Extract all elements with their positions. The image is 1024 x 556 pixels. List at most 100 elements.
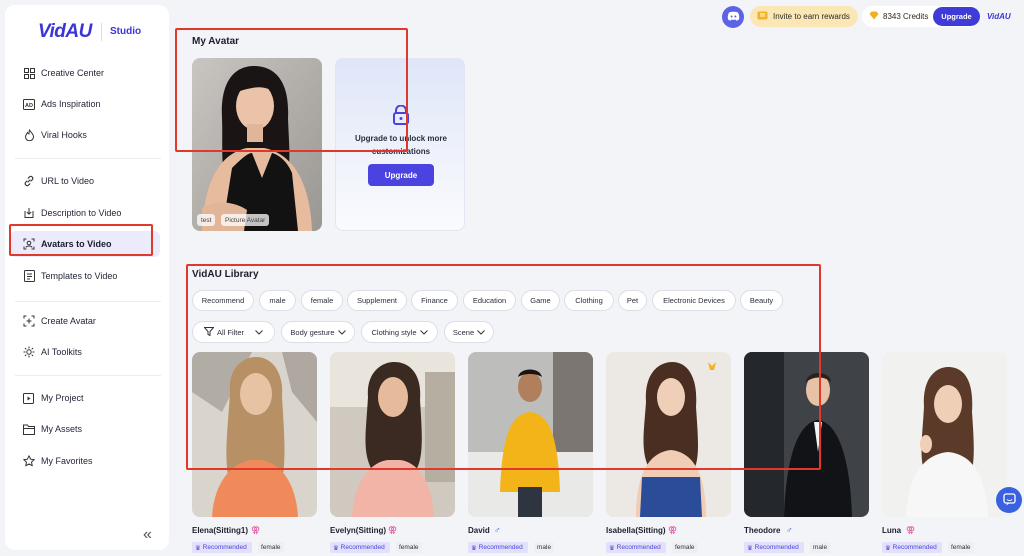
female-icon: ⚢: [388, 525, 398, 535]
sidebar-item-my-favorites[interactable]: My Favorites: [10, 448, 160, 474]
template-icon: [23, 270, 35, 282]
library-avatar-card[interactable]: [606, 352, 731, 517]
chip-pet[interactable]: Pet: [618, 290, 647, 311]
gender-badge: female: [948, 542, 974, 553]
badge-label: Recommended: [202, 544, 247, 551]
female-icon: ⚢: [251, 525, 261, 535]
recommended-badge: ♛ Recommended: [606, 542, 666, 553]
sidebar-item-url-to-video[interactable]: URL to Video: [10, 168, 160, 194]
avatar-thumbnail: [606, 352, 731, 517]
studio-label: Studio: [110, 26, 142, 37]
sidebar-item-ai-toolkits[interactable]: AI Toolkits: [10, 339, 160, 365]
my-avatar-card[interactable]: test Picture Avatar: [192, 58, 322, 231]
avatar-scan-icon: [23, 238, 35, 250]
all-filter-dropdown[interactable]: All Filter: [192, 321, 275, 343]
chip-male[interactable]: male: [259, 290, 296, 311]
sidebar-item-description-to-video[interactable]: Description to Video: [10, 200, 160, 226]
avatar-thumbnail: [330, 352, 455, 517]
sidebar-item-label: AI Toolkits: [41, 347, 82, 357]
sidebar-item-label: Create Avatar: [41, 316, 96, 326]
library-avatar-card[interactable]: [330, 352, 455, 517]
collapse-sidebar-button[interactable]: «: [143, 526, 152, 544]
chip-education[interactable]: Education: [463, 290, 516, 311]
gender-badge: female: [396, 542, 422, 553]
chip-electronic-devices[interactable]: Electronic Devices: [652, 290, 736, 311]
import-icon: [23, 207, 35, 219]
avatar-name: Elena(Sitting1): [192, 526, 249, 535]
badge-label: Recommended: [892, 544, 937, 551]
sidebar-item-my-assets[interactable]: My Assets: [10, 416, 160, 442]
chip-supplement[interactable]: Supplement: [347, 290, 407, 311]
body-gesture-dropdown[interactable]: Body gesture: [281, 321, 355, 343]
chevron-down-icon: [419, 328, 428, 337]
scene-dropdown[interactable]: Scene: [444, 321, 494, 343]
crown-icon: ♛: [471, 544, 477, 552]
chip-finance[interactable]: Finance: [411, 290, 458, 311]
sidebar-item-avatars-to-video[interactable]: Avatars to Video: [10, 231, 160, 257]
chip-game[interactable]: Game: [521, 290, 560, 311]
library-avatar-card[interactable]: [744, 352, 869, 517]
credits-pill: 8343 Credits Upgrade: [862, 6, 980, 27]
flame-icon: [23, 129, 35, 141]
sidebar-item-my-project[interactable]: My Project: [10, 385, 160, 411]
sidebar-item-label: My Favorites: [41, 456, 93, 466]
my-avatar-title: My Avatar: [192, 36, 240, 47]
discord-button[interactable]: [722, 6, 744, 28]
logo-divider: [101, 23, 102, 41]
link-icon: [23, 175, 35, 187]
avatar-type-tag: Picture Avatar: [221, 214, 270, 226]
library-avatar-card[interactable]: [882, 352, 1007, 517]
chevron-down-icon: [337, 328, 346, 337]
chat-icon: [1002, 492, 1016, 508]
library-avatar-card[interactable]: [192, 352, 317, 517]
badge-label: Recommended: [478, 544, 523, 551]
library-title: VidAU Library: [192, 269, 259, 280]
sidebar-item-create-avatar[interactable]: Create Avatar: [10, 308, 160, 334]
lock-icon: [392, 104, 410, 127]
gender-badge: male: [534, 542, 555, 553]
chat-support-button[interactable]: [996, 487, 1022, 513]
sidebar-item-creative-center[interactable]: Creative Center: [10, 60, 160, 86]
filter-label: Body gesture: [290, 327, 335, 337]
avatar-thumbnail: [744, 352, 869, 517]
star-icon: [23, 455, 35, 467]
add-square-icon: [23, 315, 35, 327]
avatar-name: Theodore: [744, 526, 781, 535]
chip-clothing[interactable]: Clothing: [564, 290, 614, 311]
male-icon: ♂: [494, 525, 501, 535]
ad-icon: AD: [23, 98, 35, 110]
chip-female[interactable]: female: [301, 290, 343, 311]
library-avatar-card[interactable]: [468, 352, 593, 517]
discord-icon: [727, 11, 740, 23]
avatar-thumbnail: [192, 352, 317, 517]
male-icon: ♂: [786, 525, 793, 535]
sidebar-item-label: My Project: [41, 393, 84, 403]
mini-logo: VidAU: [987, 12, 1011, 21]
sidebar-item-ads-inspiration[interactable]: AD Ads Inspiration: [10, 91, 160, 117]
gift-ticket-icon: [757, 11, 768, 22]
brand-logo[interactable]: VidAU: [38, 21, 92, 43]
sidebar-item-viral-hooks[interactable]: Viral Hooks: [10, 122, 160, 148]
upgrade-unlock-button[interactable]: Upgrade: [368, 164, 434, 186]
sidebar-item-label: Viral Hooks: [41, 130, 87, 140]
recommended-badge: ♛ Recommended: [744, 542, 804, 553]
filter-label: Clothing style: [371, 327, 417, 337]
chevron-down-icon: [255, 328, 263, 337]
avatar-name: Evelyn(Sitting): [330, 526, 387, 535]
clothing-style-dropdown[interactable]: Clothing style: [361, 321, 438, 343]
sidebar-item-label: Ads Inspiration: [41, 99, 101, 109]
chip-recommend[interactable]: Recommend: [192, 290, 254, 311]
folder-video-icon: [23, 392, 35, 404]
gender-badge: male: [810, 542, 831, 553]
chip-beauty[interactable]: Beauty: [740, 290, 783, 311]
sidebar-item-templates-to-video[interactable]: Templates to Video: [10, 263, 160, 289]
gem-icon: [869, 11, 879, 22]
badge-label: Recommended: [616, 544, 661, 551]
sidebar-item-label: Creative Center: [41, 68, 105, 78]
recommended-badge: ♛ Recommended: [882, 542, 942, 553]
invite-rewards-button[interactable]: Invite to earn rewards: [750, 6, 858, 27]
upgrade-button[interactable]: Upgrade: [933, 7, 980, 26]
sidebar-item-label: Avatars to Video: [41, 239, 112, 249]
crown-icon: ♛: [333, 544, 339, 552]
upgrade-unlock-card: Upgrade to unlock more customizations Up…: [335, 58, 465, 231]
